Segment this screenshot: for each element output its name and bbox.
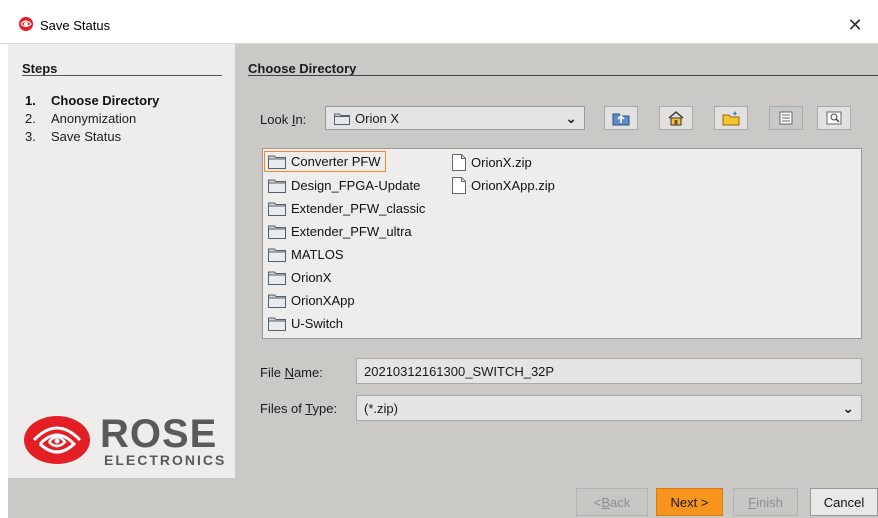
back-button[interactable]: < Back (576, 488, 648, 516)
file-name: Design_FPGA-Update (291, 178, 421, 193)
list-item-folder-orionxapp[interactable]: OrionXApp (265, 290, 355, 311)
file-type-dropdown[interactable]: (*.zip) ⌄ (356, 395, 862, 421)
step-choose-directory: 1. Choose Directory (25, 93, 159, 108)
step-label: Anonymization (51, 111, 137, 126)
up-one-level-button[interactable] (604, 106, 638, 130)
steps-divider (22, 75, 222, 76)
steps-panel: Steps 1. Choose Directory 2. Anonymization… (8, 44, 235, 478)
list-item-folder-design-fpga-update[interactable]: Design_FPGA-Update (265, 175, 420, 196)
page-title: Choose Directory (248, 61, 357, 76)
details-view-button[interactable] (817, 106, 851, 130)
folder-icon (268, 294, 286, 308)
list-item-folder-extender-pfw-ultra[interactable]: Extender_PFW_ultra (265, 221, 412, 242)
step-number: 3. (25, 129, 36, 144)
file-icon (452, 177, 466, 194)
list-item-file-orionx-zip[interactable]: OrionX.zip (449, 152, 532, 173)
file-name: Converter PFW (291, 154, 381, 169)
list-item-folder-converter-pfw[interactable]: Converter PFW (264, 151, 386, 172)
close-button[interactable]: ✕ (832, 8, 878, 42)
file-name: OrionX.zip (471, 155, 532, 170)
step-anonymization: 2. Anonymization (25, 111, 136, 126)
list-item-folder-u-switch[interactable]: U-Switch (265, 313, 343, 334)
list-item-folder-matlos[interactable]: MATLOS (265, 244, 344, 265)
step-number: 1. (25, 93, 36, 108)
look-in-dropdown[interactable]: Orion X ⌄ (325, 106, 585, 130)
folder-icon (334, 113, 350, 125)
folder-icon (268, 155, 286, 169)
next-button[interactable]: Next > (656, 488, 723, 516)
file-name: MATLOS (291, 247, 344, 262)
folder-icon (268, 202, 286, 216)
file-name-label: File Name: (260, 365, 323, 380)
list-view-button[interactable] (769, 106, 803, 130)
window-title: Save Status (40, 18, 111, 33)
chevron-down-icon: ⌄ (842, 400, 854, 416)
list-view-icon (779, 111, 793, 125)
steps-title: Steps (22, 61, 58, 76)
file-type-label: Files of Type: (260, 401, 338, 416)
chevron-down-icon: ⌄ (565, 110, 577, 126)
logo-wordmark: ROSE (100, 412, 218, 456)
rose-electronics-logo: ROSE ELECTRONICS (22, 412, 224, 468)
up-folder-icon (612, 113, 630, 126)
file-type-value: (*.zip) (364, 401, 398, 416)
home-button[interactable] (659, 106, 693, 130)
file-name: Extender_PFW_classic (291, 201, 426, 216)
rose-logo-icon (19, 17, 33, 31)
new-folder-button[interactable] (714, 106, 748, 130)
title-divider (248, 75, 878, 76)
file-name: OrionX (291, 270, 332, 285)
look-in-value: Orion X (355, 111, 400, 126)
folder-icon (268, 225, 286, 239)
new-folder-icon (722, 111, 740, 126)
home-icon (668, 111, 684, 126)
step-label: Save Status (51, 129, 122, 144)
list-item-file-orionxapp-zip[interactable]: OrionXApp.zip (449, 175, 555, 196)
step-label: Choose Directory (51, 93, 160, 108)
details-view-icon (826, 111, 842, 125)
rose-flower-icon (24, 416, 90, 464)
file-name: U-Switch (291, 316, 344, 331)
cancel-button[interactable]: Cancel (810, 488, 878, 516)
step-save-status: 3. Save Status (25, 129, 121, 144)
logo-subtitle: ELECTRONICS (104, 452, 227, 468)
list-item-folder-orionx[interactable]: OrionX (265, 267, 331, 288)
folder-icon (268, 179, 286, 193)
folder-icon (268, 317, 286, 331)
finish-button[interactable]: Finish (733, 488, 798, 516)
file-name: Extender_PFW_ultra (291, 224, 412, 239)
step-number: 2. (25, 111, 36, 126)
file-name: OrionXApp.zip (471, 178, 555, 193)
title-bar: Save Status ✕ (0, 0, 878, 44)
file-name-field[interactable]: 20210312161300_SWITCH_32P (356, 358, 862, 384)
folder-icon (268, 271, 286, 285)
file-icon (452, 154, 466, 171)
list-item-folder-extender-pfw-classic[interactable]: Extender_PFW_classic (265, 198, 425, 219)
look-in-label: Look In: (260, 112, 307, 127)
file-list[interactable]: Converter PFW Design_FPGA-Update Extende… (262, 148, 862, 339)
file-name: OrionXApp (291, 293, 355, 308)
folder-icon (268, 248, 286, 262)
